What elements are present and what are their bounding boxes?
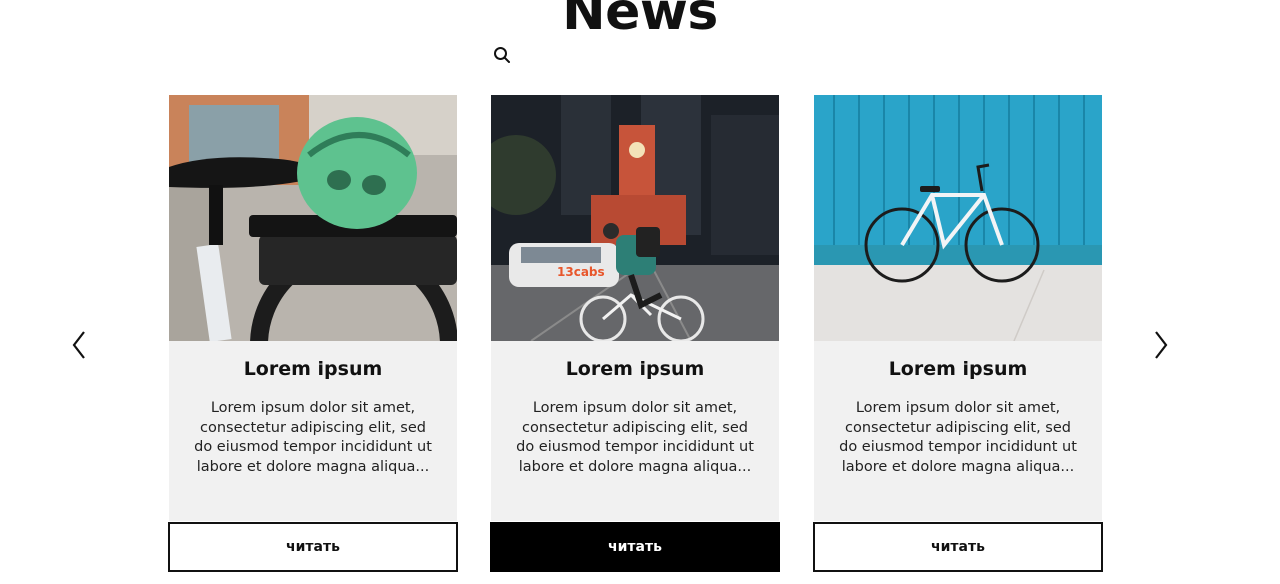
news-card-excerpt: Lorem ipsum dolor sit amet, consectetur … xyxy=(516,400,754,475)
news-card-title: Lorem ipsum xyxy=(243,358,383,380)
news-card-body: Lorem ipsum Lorem ipsum dolor sit amet, … xyxy=(491,341,779,521)
news-card-body: Lorem ipsum Lorem ipsum dolor sit amet, … xyxy=(814,341,1102,521)
carousel-prev-button[interactable] xyxy=(67,328,91,362)
news-card-title: Lorem ipsum xyxy=(565,358,705,380)
news-image-bike-saddle-helmet xyxy=(169,95,457,341)
chevron-left-icon xyxy=(72,331,85,359)
read-button[interactable]: читать xyxy=(168,522,458,572)
read-button[interactable]: читать xyxy=(813,522,1103,572)
page-title: News xyxy=(562,0,718,42)
read-button[interactable]: читать xyxy=(490,522,780,572)
news-card-body: Lorem ipsum Lorem ipsum dolor sit amet, … xyxy=(169,341,457,521)
chevron-right-icon xyxy=(1155,331,1168,359)
news-image-city-cyclist-night: 13cabs xyxy=(491,95,779,341)
news-page: News Lorem ipsum Lorem ipsum dolor sit a… xyxy=(0,0,1280,584)
carousel-next-button[interactable] xyxy=(1149,328,1173,362)
news-card-excerpt: Lorem ipsum dolor sit amet, consectetur … xyxy=(839,400,1077,475)
news-card: Lorem ipsum Lorem ipsum dolor sit amet, … xyxy=(813,95,1103,572)
search-button[interactable] xyxy=(490,43,514,67)
search-icon xyxy=(494,47,510,63)
taxi-text: 13cabs xyxy=(557,265,605,279)
news-card-title: Lorem ipsum xyxy=(888,358,1028,380)
news-card-excerpt: Lorem ipsum dolor sit amet, consectetur … xyxy=(194,400,432,475)
news-card: 13cabs Lorem ipsum Lorem ipsum dolor sit… xyxy=(490,95,780,572)
news-card: Lorem ipsum Lorem ipsum dolor sit amet, … xyxy=(168,95,458,572)
news-image-bike-blue-wall xyxy=(814,95,1102,341)
